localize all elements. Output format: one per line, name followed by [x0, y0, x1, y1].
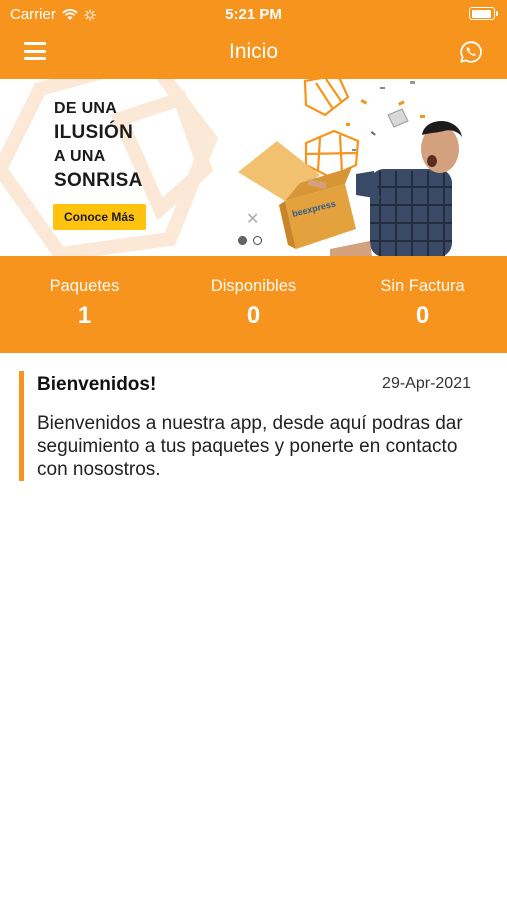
- stat-disponibles[interactable]: Disponibles 0: [169, 256, 338, 353]
- message-title: Bienvenidos!: [37, 374, 157, 395]
- banner-line-1: DE UNA: [54, 100, 118, 117]
- learn-more-button[interactable]: Conoce Más: [53, 204, 146, 230]
- promo-banner-carousel[interactable]: beexpress DE UNA ILUSIÓN A UNA SONRISA C…: [0, 79, 507, 256]
- stat-label: Sin Factura: [380, 277, 465, 295]
- banner-headline: DE UNA ILUSIÓN A UNA SONRISA: [54, 97, 143, 193]
- message-date: 29-Apr-2021: [382, 375, 471, 392]
- carousel-page-indicator[interactable]: [238, 236, 262, 245]
- stat-value: 0: [415, 302, 430, 329]
- stat-paquetes[interactable]: Paquetes 1: [0, 256, 169, 353]
- banner-line-2: ILUSIÓN: [54, 122, 134, 143]
- stat-value: 1: [77, 302, 92, 329]
- stat-label: Disponibles: [210, 277, 297, 295]
- package-stats: Paquetes 1 Disponibles 0 Sin Factura 0: [0, 256, 507, 353]
- carousel-dot-2[interactable]: [253, 236, 262, 245]
- welcome-message-card[interactable]: Bienvenidos! 29-Apr-2021 Bienvenidos a n…: [19, 371, 471, 481]
- stat-sin-factura[interactable]: Sin Factura 0: [338, 256, 507, 353]
- status-bar: Carrier 5:21 PM: [0, 0, 507, 28]
- banner-line-4: SONRISA: [54, 170, 143, 191]
- page-title: Inicio: [228, 40, 279, 63]
- whatsapp-icon[interactable]: [459, 40, 483, 64]
- stat-value: 0: [246, 302, 261, 329]
- battery-icon: [469, 7, 498, 20]
- app-header: Carrier 5:21 PM Inicio: [0, 0, 507, 79]
- status-time: 5:21 PM: [225, 6, 282, 23]
- stat-label: Paquetes: [49, 277, 120, 295]
- close-icon[interactable]: ✕: [246, 209, 259, 229]
- carousel-dot-1[interactable]: [238, 236, 247, 245]
- message-body: Bienvenidos a nuestra app, desde aquí po…: [37, 413, 463, 480]
- banner-line-3: A UNA: [54, 148, 106, 165]
